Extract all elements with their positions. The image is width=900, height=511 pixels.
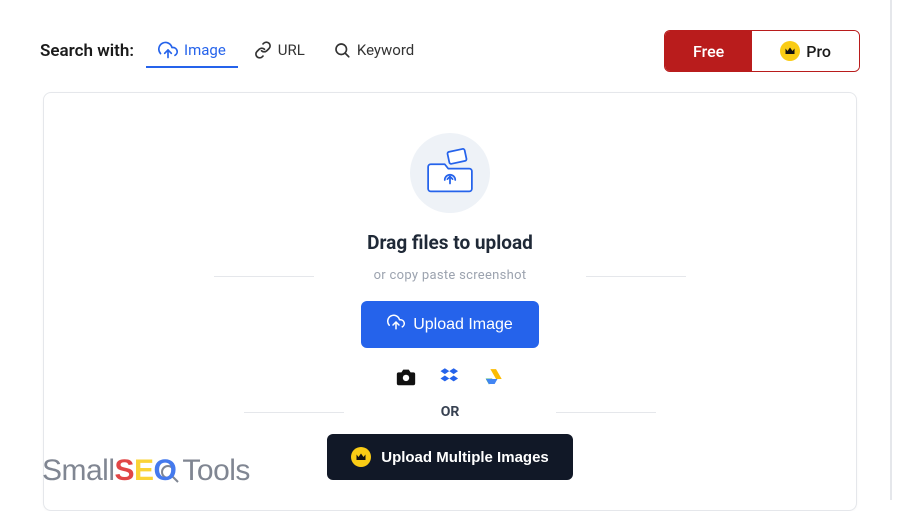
upload-card: Drag files to upload or copy paste scree… [43,92,857,511]
search-with-label: Search with: [40,41,134,61]
upload-multiple-button[interactable]: Upload Multiple Images [327,434,573,480]
tab-url[interactable]: URL [242,35,317,67]
plan-pro-button[interactable]: Pro [752,31,859,71]
search-icon [333,41,351,59]
upload-multiple-label: Upload Multiple Images [381,449,549,466]
tab-image-label: Image [184,41,226,59]
or-divider: OR [104,404,796,420]
google-drive-icon[interactable] [483,366,505,388]
upload-folder-icon [410,133,490,213]
plan-toggle: Free Pro [664,30,860,72]
upload-image-label: Upload Image [413,316,513,334]
tab-image[interactable]: Image [146,34,238,68]
crown-icon [351,447,371,467]
cloud-upload-icon [387,313,405,336]
or-paste-hint: or copy paste screenshot [104,268,796,283]
dropbox-icon[interactable] [439,366,461,388]
search-with-tabs: Search with: Image URL Keyword [40,34,426,68]
drag-title: Drag files to upload [104,231,796,254]
tab-url-label: URL [278,41,305,59]
upload-image-button[interactable]: Upload Image [361,301,539,348]
plan-free-button[interactable]: Free [665,31,752,71]
plan-free-label: Free [693,42,724,61]
plan-pro-label: Pro [806,42,831,61]
source-icons [104,366,796,388]
tab-keyword[interactable]: Keyword [321,35,426,67]
cloud-upload-icon [158,40,178,60]
top-bar: Search with: Image URL Keyword [40,0,860,92]
camera-icon[interactable] [395,366,417,388]
crown-icon [780,41,800,61]
tab-keyword-label: Keyword [357,41,414,59]
link-icon [254,41,272,59]
